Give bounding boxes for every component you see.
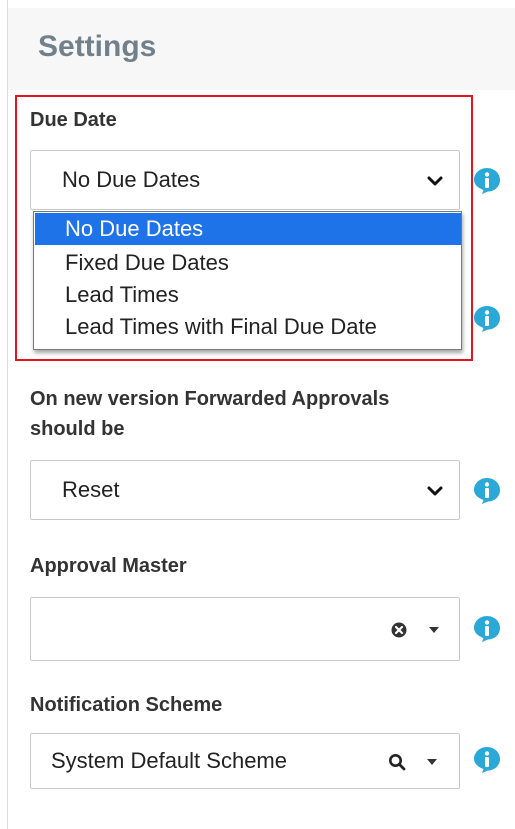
info-icon[interactable]: [472, 304, 502, 334]
panel-left-border: [7, 0, 8, 829]
forwarded-approvals-select[interactable]: Reset: [30, 460, 460, 520]
approval-master-combobox[interactable]: [30, 597, 460, 661]
caret-down-icon[interactable]: [426, 758, 438, 766]
notification-scheme-label: Notification Scheme: [30, 694, 223, 716]
notification-scheme-combobox[interactable]: System Default Scheme: [30, 733, 460, 789]
forwarded-approvals-label-line2: should be: [30, 418, 125, 440]
notification-scheme-value: System Default Scheme: [51, 748, 287, 773]
forwarded-approvals-label-line1: On new version Forwarded Approvals: [30, 388, 390, 410]
forwarded-approvals-label: On new version Forwarded Approvals shoul…: [30, 384, 389, 444]
info-icon[interactable]: [472, 166, 502, 196]
page-title: Settings: [38, 30, 157, 63]
forwarded-approvals-value: Reset: [62, 477, 120, 502]
search-icon[interactable]: [388, 753, 406, 771]
info-icon[interactable]: [472, 745, 502, 775]
caret-down-icon[interactable]: [428, 626, 440, 634]
highlight-box: [15, 95, 473, 361]
info-icon[interactable]: [472, 614, 502, 644]
chevron-down-icon: [427, 486, 443, 496]
settings-header: Settings: [8, 8, 515, 90]
clear-icon[interactable]: [391, 622, 407, 638]
info-icon[interactable]: [472, 476, 502, 506]
approval-master-label: Approval Master: [30, 555, 187, 577]
